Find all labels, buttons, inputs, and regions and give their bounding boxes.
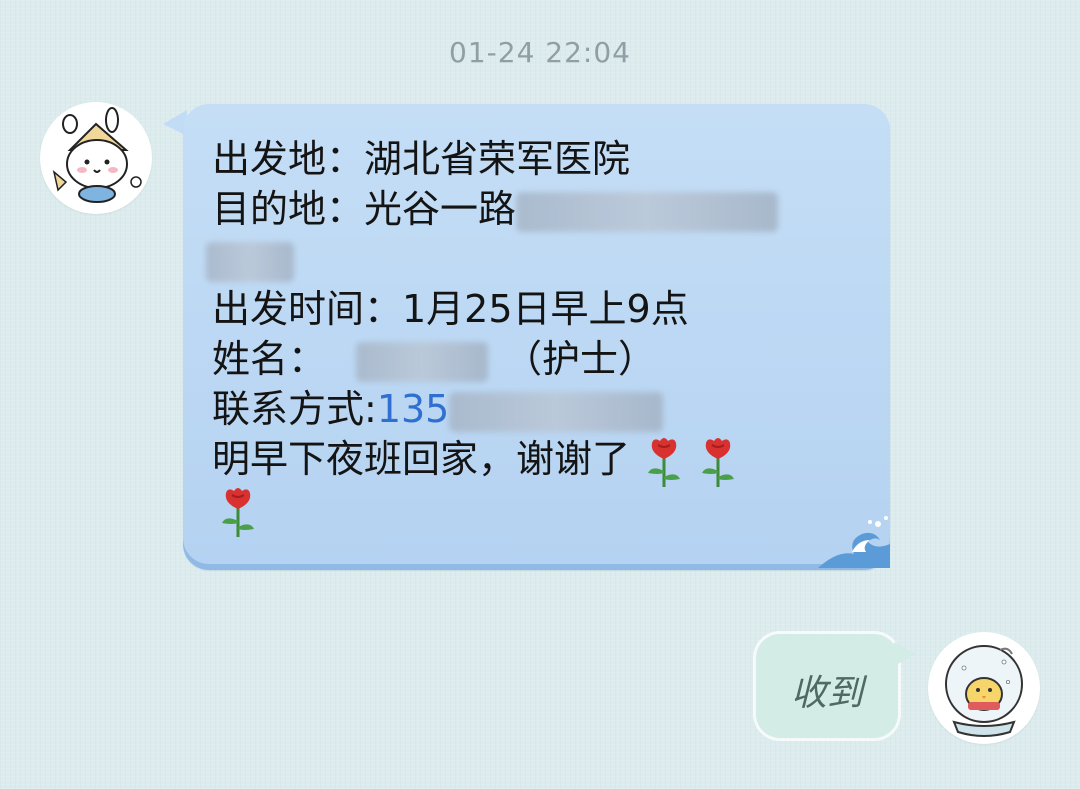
name-role: （护士） (504, 337, 657, 381)
destination-label: 目的地：光谷一路 (212, 187, 517, 231)
message-line-name: 姓名： （护士） (212, 334, 852, 384)
message-line-destination-cont (206, 234, 852, 284)
redacted-phone (449, 391, 664, 432)
message-line-contact: 联系方式:135 (212, 384, 852, 434)
message-line-origin: 出发地：湖北省荣军医院 (212, 137, 631, 181)
message-line-destination: 目的地：光谷一路 (212, 184, 852, 234)
redacted-destination (516, 191, 779, 232)
message-line-rose (212, 484, 852, 537)
redacted-name (356, 341, 489, 382)
redacted-destination-cont (206, 241, 294, 282)
sender-avatar[interactable] (40, 102, 152, 214)
user-avatar[interactable] (928, 632, 1040, 744)
message-timestamp: 01-24 22:04 (449, 36, 631, 69)
outgoing-bubble-tail (894, 642, 916, 666)
bunny-avatar-icon (52, 107, 142, 203)
contact-label: 联系方式: (212, 387, 377, 431)
incoming-message-text[interactable]: 出发地：湖北省荣军医院 目的地：光谷一路 出发时间：1月25日早上9点 姓名： （… (206, 134, 852, 537)
outgoing-message-text[interactable]: 收到 (756, 664, 898, 716)
phone-number-link[interactable]: 135 (377, 387, 450, 431)
thanks-text: 明早下夜班回家，谢谢了 (212, 437, 631, 481)
wave-decoration-icon (818, 516, 890, 568)
rose-icon (218, 485, 258, 539)
message-line-time: 出发时间：1月25日早上9点 (212, 287, 689, 331)
rose-icon (644, 435, 684, 489)
rose-icon (698, 435, 738, 489)
name-label: 姓名： (212, 337, 327, 381)
snow-globe-chick-icon (945, 645, 1023, 737)
message-line-thanks: 明早下夜班回家，谢谢了 (212, 434, 852, 487)
